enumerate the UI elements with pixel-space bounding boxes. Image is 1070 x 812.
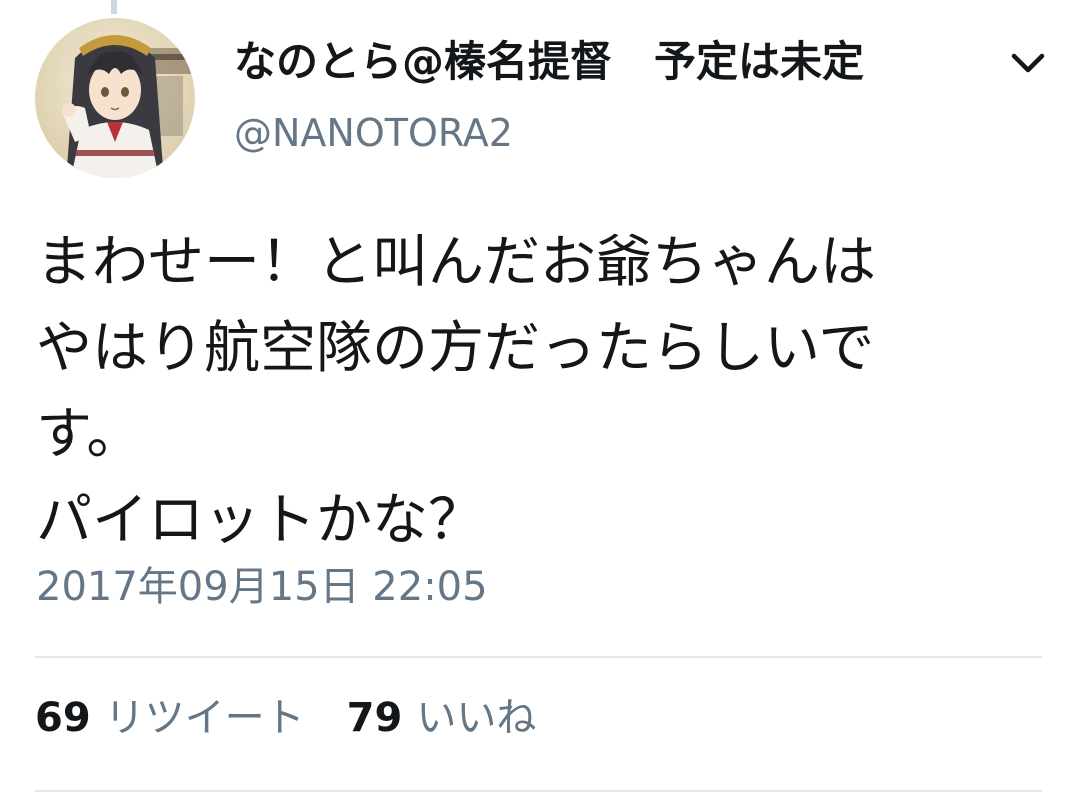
divider <box>35 656 1042 658</box>
tweet-text-line: す。 <box>36 402 143 467</box>
avatar[interactable] <box>35 18 195 178</box>
likes-count: 79 <box>346 695 403 741</box>
avatar-image <box>35 18 195 178</box>
tweet-text: まわせー！と叫んだお爺ちゃんは やはり航空隊の方だったらしいで す。 パイロット… <box>36 220 1046 564</box>
tweet-text-line: やはり航空隊の方だったらしいで <box>36 316 875 381</box>
tweet-stats: 69 リツイート 79 いいね <box>35 690 536 746</box>
author-display-name[interactable]: なのとら@榛名提督 予定は未定 <box>234 34 864 90</box>
retweets-stat[interactable]: 69 リツイート <box>35 690 305 746</box>
retweets-count: 69 <box>35 695 91 741</box>
tweet-text-line: パイロットかな？ <box>36 488 484 553</box>
chevron-down-icon <box>1011 53 1045 73</box>
divider <box>35 790 1042 792</box>
tweet-timestamp[interactable]: 2017年09月15日 22:05 <box>36 560 488 614</box>
likes-stat[interactable]: 79 いいね <box>347 690 537 746</box>
likes-label: いいね <box>416 695 537 741</box>
author-handle[interactable]: @NANOTORA2 <box>234 108 513 158</box>
thread-connector-line <box>111 0 117 14</box>
tweet-text-line: まわせー！と叫んだお爺ちゃんは <box>36 230 876 295</box>
tweet-menu-button[interactable] <box>1004 44 1052 84</box>
retweets-label: リツイート <box>104 695 305 741</box>
